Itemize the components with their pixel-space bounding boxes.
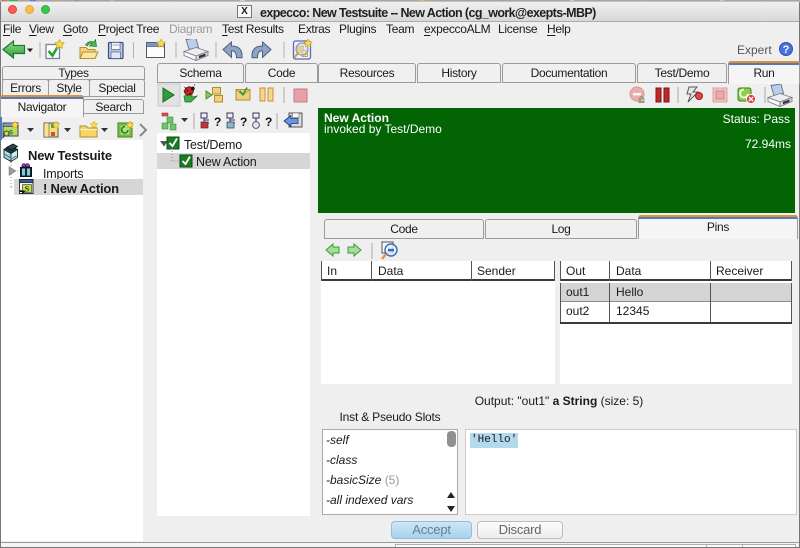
svg-text:?: ?	[214, 115, 221, 129]
svg-text:?: ?	[265, 115, 272, 129]
svg-text:?: ?	[240, 115, 247, 129]
svg-text:S: S	[25, 185, 30, 194]
svg-text:s: s	[9, 128, 14, 137]
svg-text:?: ?	[783, 44, 790, 56]
